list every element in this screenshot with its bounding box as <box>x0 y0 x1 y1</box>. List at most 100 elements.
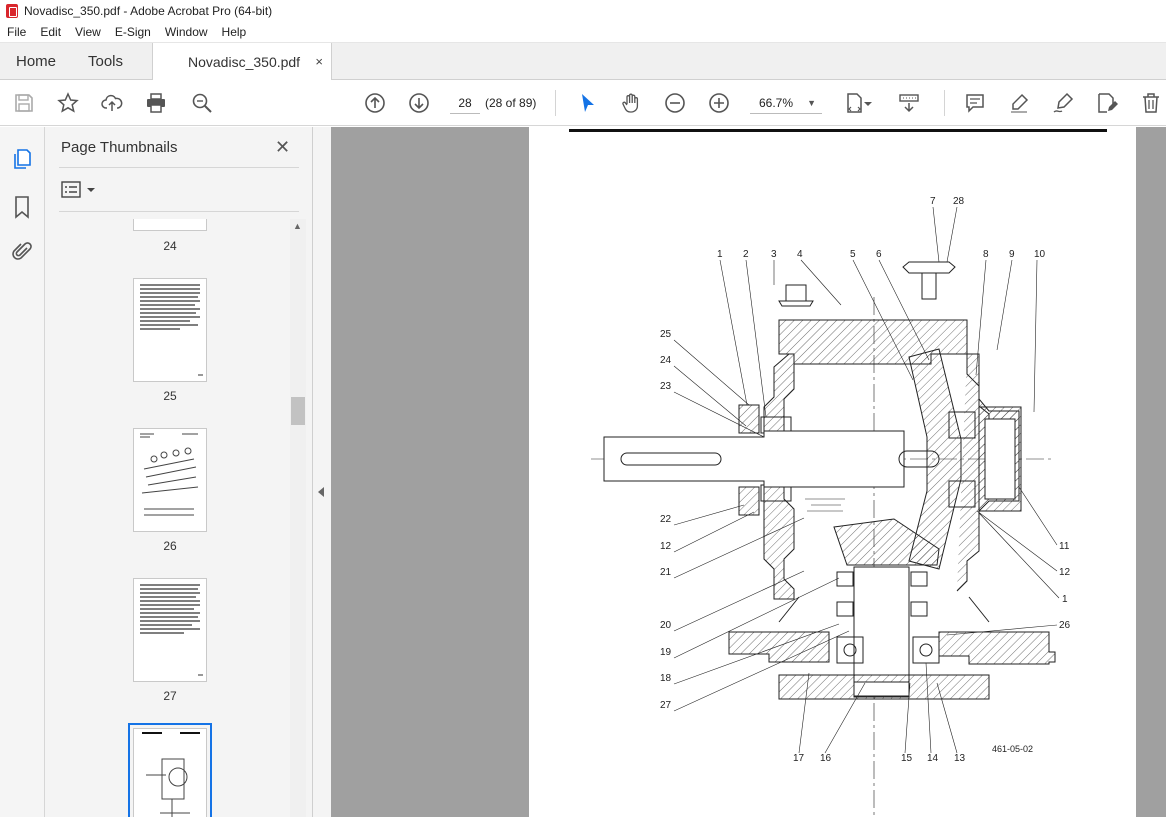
zoom-in-icon[interactable] <box>707 91 731 115</box>
thumbnail-label: 26 <box>163 539 177 553</box>
thumbnail-page[interactable] <box>133 278 207 382</box>
page-thumbnails-panel: Page Thumbnails ✕ 24 25 26 27 ▲ <box>45 127 313 817</box>
collapse-arrow-icon[interactable] <box>318 487 324 497</box>
thumbnail-options-button[interactable] <box>61 179 101 201</box>
scroll-up-icon[interactable]: ▲ <box>293 221 302 231</box>
drawing-code: 461-05-02 <box>992 744 1034 754</box>
attachments-paperclip-icon[interactable] <box>10 240 34 264</box>
thumbnail-label: 24 <box>163 239 177 253</box>
callout-label: 14 <box>927 753 939 764</box>
callout-label: 26 <box>1059 620 1071 631</box>
callout-label: 25 <box>660 329 672 340</box>
upload-cloud-icon[interactable] <box>100 91 124 115</box>
close-tab-icon[interactable]: × <box>315 54 323 69</box>
callout-label: 18 <box>660 673 672 684</box>
toolbar-divider <box>944 90 945 116</box>
callout-label: 5 <box>850 249 856 260</box>
select-cursor-icon[interactable] <box>575 91 599 115</box>
callout-label: 12 <box>1059 567 1071 578</box>
panel-divider <box>59 211 299 212</box>
next-page-icon[interactable] <box>407 91 431 115</box>
menu-view[interactable]: View <box>75 25 101 39</box>
callout-label: 10 <box>1034 249 1046 260</box>
callout-label: 20 <box>660 620 672 631</box>
callout-label: 4 <box>797 249 803 260</box>
zoom-search-icon[interactable] <box>190 91 214 115</box>
chevron-down-icon[interactable] <box>862 91 874 115</box>
page-number-input[interactable]: 28 <box>450 92 480 114</box>
window-title: Novadisc_350.pdf - Adobe Acrobat Pro (64… <box>24 4 273 18</box>
tab-home[interactable]: Home <box>16 43 56 80</box>
panel-divider <box>59 167 299 168</box>
menu-window[interactable]: Window <box>165 25 208 39</box>
callout-label: 3 <box>771 249 777 260</box>
navigation-rail <box>0 127 45 817</box>
comment-icon[interactable] <box>963 91 987 115</box>
callout-label: 22 <box>660 514 672 525</box>
callout-label: 9 <box>1009 249 1015 260</box>
thumbnail-page[interactable] <box>133 428 207 532</box>
thumbnail-page[interactable] <box>133 578 207 682</box>
zoom-out-icon[interactable] <box>663 91 687 115</box>
thumbnail-label: 27 <box>163 689 177 703</box>
toolbar: 28 (28 of 89) 66.7% ▼ <box>0 80 1166 126</box>
bookmarks-icon[interactable] <box>10 195 34 219</box>
save-icon[interactable] <box>12 91 36 115</box>
sign-pen-icon[interactable] <box>1051 91 1075 115</box>
callout-label: 16 <box>820 753 832 764</box>
zoom-level-select[interactable]: 66.7% ▼ <box>750 92 822 114</box>
tab-document-label: Novadisc_350.pdf <box>188 54 301 70</box>
panel-title: Page Thumbnails <box>61 139 178 156</box>
callout-label: 24 <box>660 355 672 366</box>
menu-edit[interactable]: Edit <box>40 25 61 39</box>
delete-trash-icon[interactable] <box>1139 91 1163 115</box>
close-panel-icon[interactable]: ✕ <box>275 137 290 158</box>
callout-label: 11 <box>1059 541 1070 552</box>
thumbnail-label: 25 <box>163 389 177 403</box>
tab-bar: Home Tools Novadisc_350.pdf × <box>0 43 1166 81</box>
scrollbar-thumb[interactable] <box>291 397 305 425</box>
menu-esign[interactable]: E-Sign <box>115 25 151 39</box>
scroll-mode-icon[interactable] <box>897 91 921 115</box>
edit-pdf-icon[interactable] <box>1095 91 1119 115</box>
highlight-pen-icon[interactable] <box>1007 91 1031 115</box>
callout-label: 1 <box>1062 594 1068 605</box>
toolbar-divider <box>555 90 556 116</box>
callout-label: 23 <box>660 381 672 392</box>
bookmark-star-icon[interactable] <box>56 91 80 115</box>
callout-label: 27 <box>660 700 672 711</box>
callout-label: 28 <box>953 196 965 207</box>
gearbox-cross-section-drawing: 1 2 3 4 5 6 7 28 8 9 10 25 24 23 22 12 2… <box>591 196 1071 817</box>
previous-page-icon[interactable] <box>363 91 387 115</box>
callout-label: 15 <box>901 753 913 764</box>
menu-file[interactable]: File <box>7 25 26 39</box>
tab-tools[interactable]: Tools <box>88 43 123 80</box>
tab-document[interactable]: Novadisc_350.pdf × <box>152 43 332 81</box>
panel-collapse-splitter[interactable] <box>313 127 331 817</box>
thumbnail-list: 24 25 26 27 <box>45 219 289 817</box>
thumbnail-page[interactable] <box>133 219 207 231</box>
title-bar: Novadisc_350.pdf - Adobe Acrobat Pro (64… <box>0 0 1166 22</box>
callout-label: 8 <box>983 249 989 260</box>
page-thumbnails-icon[interactable] <box>10 147 34 171</box>
pdf-page: 1 2 3 4 5 6 7 28 8 9 10 25 24 23 22 12 2… <box>529 127 1136 817</box>
menu-help[interactable]: Help <box>222 25 247 39</box>
zoom-level-value: 66.7% <box>759 96 794 110</box>
chevron-down-icon: ▼ <box>807 98 816 108</box>
callout-label: 1 <box>717 249 723 260</box>
callout-label: 2 <box>743 249 749 260</box>
document-view[interactable]: 1 2 3 4 5 6 7 28 8 9 10 25 24 23 22 12 2… <box>331 127 1166 817</box>
hand-tool-icon[interactable] <box>619 91 643 115</box>
pdf-app-icon <box>6 4 18 18</box>
callout-label: 12 <box>660 541 672 552</box>
print-icon[interactable] <box>144 91 168 115</box>
callout-label: 21 <box>660 567 672 578</box>
menu-bar: File Edit View E-Sign Window Help <box>0 22 1166 43</box>
callout-label: 7 <box>930 196 936 207</box>
thumbnail-scrollbar[interactable]: ▲ <box>290 219 306 817</box>
callout-label: 13 <box>954 753 966 764</box>
thumbnail-page-selected[interactable] <box>128 723 212 817</box>
acrobat-window: Novadisc_350.pdf - Adobe Acrobat Pro (64… <box>0 0 1166 817</box>
callout-label: 6 <box>876 249 882 260</box>
page-count: (28 of 89) <box>485 96 537 110</box>
